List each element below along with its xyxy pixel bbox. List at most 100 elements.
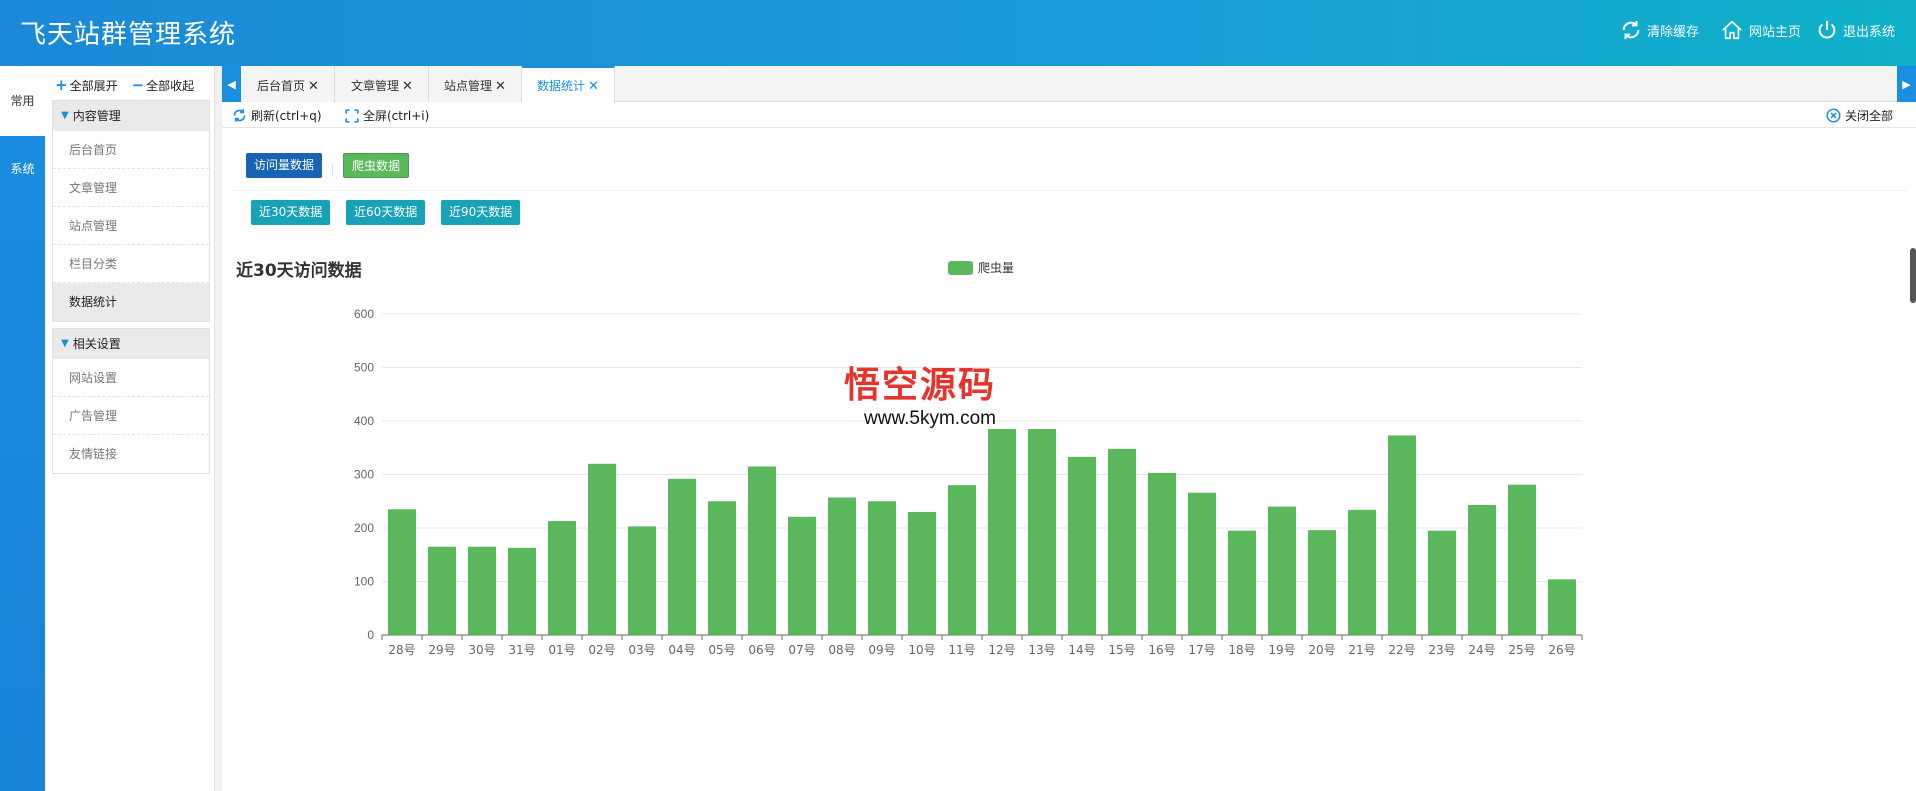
bar bbox=[828, 497, 856, 635]
sidebar-item-statistics[interactable]: 数据统计 bbox=[53, 283, 209, 321]
tab-label: 后台首页 bbox=[257, 79, 306, 93]
bar bbox=[388, 509, 416, 635]
bar bbox=[628, 526, 656, 635]
bar bbox=[428, 546, 456, 635]
clear-cache-label: 清除缓存 bbox=[1647, 24, 1700, 40]
x-tick-label: 15号 bbox=[1108, 643, 1135, 657]
y-tick-label: 500 bbox=[354, 361, 374, 375]
x-tick-label: 25号 bbox=[1508, 643, 1535, 657]
tab-statistics[interactable]: 数据统计 ✕ bbox=[522, 66, 615, 103]
chevron-left-icon: ◀ bbox=[227, 77, 236, 91]
close-icon[interactable]: ✕ bbox=[308, 79, 319, 94]
y-tick-label: 600 bbox=[354, 307, 374, 321]
tab-home[interactable]: 后台首页 ✕ bbox=[242, 66, 335, 102]
minus-icon: − bbox=[131, 76, 145, 94]
fullscreen-label: 全屏(ctrl+i) bbox=[363, 109, 430, 123]
sidebar-item-sites[interactable]: 站点管理 bbox=[53, 207, 209, 245]
collapse-all-label: 全部收起 bbox=[146, 78, 195, 93]
logout-button[interactable]: 退出系统 bbox=[1816, 15, 1895, 45]
sidebar-item-ads[interactable]: 广告管理 bbox=[53, 397, 209, 435]
bar bbox=[1348, 509, 1376, 635]
bar bbox=[1268, 506, 1296, 635]
sidebar-tools: + 全部展开 − 全部收起 bbox=[55, 76, 194, 94]
sidebar-item-links[interactable]: 友情链接 bbox=[53, 435, 209, 473]
refresh-icon bbox=[1622, 20, 1640, 40]
close-icon[interactable]: ✕ bbox=[402, 79, 413, 94]
tab-scroll-right-button[interactable]: ▶ bbox=[1897, 66, 1916, 102]
menu-group-header[interactable]: ▼ 内容管理 bbox=[53, 101, 209, 131]
fullscreen-button[interactable]: 全屏(ctrl+i) bbox=[345, 107, 429, 124]
bar bbox=[508, 547, 536, 635]
x-tick-label: 23号 bbox=[1428, 643, 1455, 657]
x-tick-label: 09号 bbox=[868, 643, 895, 657]
x-tick-label: 29号 bbox=[428, 643, 455, 657]
sidebar-item-site-settings[interactable]: 网站设置 bbox=[53, 359, 209, 397]
x-tick-label: 30号 bbox=[468, 643, 495, 657]
sidebar-item-categories[interactable]: 栏目分类 bbox=[53, 245, 209, 283]
tab-scroll-left-button[interactable]: ◀ bbox=[222, 66, 241, 102]
watermark-text: 悟空源码 bbox=[844, 364, 997, 406]
x-tick-label: 19号 bbox=[1268, 643, 1295, 657]
bar bbox=[1108, 448, 1136, 635]
x-tick-label: 22号 bbox=[1388, 643, 1415, 657]
sidebar-item-articles[interactable]: 文章管理 bbox=[53, 169, 209, 207]
bar bbox=[868, 501, 896, 635]
bar bbox=[468, 546, 496, 635]
bar bbox=[1428, 530, 1456, 635]
rail-tab-system[interactable]: 系统 bbox=[0, 154, 45, 184]
bar bbox=[1508, 484, 1536, 635]
x-tick-label: 07号 bbox=[788, 643, 815, 657]
x-tick-label: 24号 bbox=[1468, 643, 1495, 657]
bar bbox=[1068, 456, 1096, 635]
x-tick-label: 16号 bbox=[1148, 643, 1175, 657]
bar bbox=[788, 516, 816, 635]
y-tick-label: 300 bbox=[354, 468, 374, 482]
menu-group-title: 相关设置 bbox=[72, 337, 121, 351]
clear-cache-button[interactable]: 清除缓存 bbox=[1620, 15, 1699, 45]
x-tick-label: 26号 bbox=[1548, 643, 1575, 657]
refresh-icon bbox=[233, 109, 246, 122]
bar bbox=[748, 466, 776, 635]
bar bbox=[1188, 492, 1216, 635]
close-icon[interactable]: ✕ bbox=[588, 79, 599, 94]
y-tick-label: 0 bbox=[367, 628, 374, 642]
bar bbox=[1228, 530, 1256, 635]
chevron-right-icon: ▶ bbox=[1902, 77, 1911, 91]
tab-toolbar: 刷新(ctrl+q) 全屏(ctrl+i) 关闭全部 bbox=[222, 102, 1916, 128]
tab-label: 站点管理 bbox=[444, 79, 493, 93]
bar bbox=[1148, 472, 1176, 635]
collapse-all-button[interactable]: − 全部收起 bbox=[132, 76, 195, 94]
refresh-button[interactable]: 刷新(ctrl+q) bbox=[232, 107, 322, 124]
app-title: 飞天站群管理系统 bbox=[20, 20, 237, 50]
close-icon[interactable]: ✕ bbox=[495, 79, 506, 94]
x-tick-label: 04号 bbox=[668, 643, 695, 657]
sidebar-item-home[interactable]: 后台首页 bbox=[53, 131, 209, 169]
close-all-button[interactable]: 关闭全部 bbox=[1826, 107, 1893, 124]
site-home-button[interactable]: 网站主页 bbox=[1720, 15, 1801, 45]
menu-group-settings: ▼ 相关设置 网站设置 广告管理 友情链接 bbox=[52, 328, 210, 474]
sidebar: + 全部展开 − 全部收起 ▼ 内容管理 后台首页 文章管理 站点管理 栏目分类 数据… bbox=[45, 66, 215, 791]
x-tick-label: 01号 bbox=[548, 643, 575, 657]
refresh-label: 刷新(ctrl+q) bbox=[251, 109, 322, 123]
expand-all-button[interactable]: + 全部展开 bbox=[55, 76, 118, 94]
x-tick-label: 12号 bbox=[988, 643, 1015, 657]
main-content: 访问量数据 爬虫数据 近30天数据 近60天数据 近90天数据 近30天访问数据… bbox=[222, 128, 1916, 791]
menu-group-header[interactable]: ▼ 相关设置 bbox=[53, 329, 209, 359]
site-home-label: 网站主页 bbox=[1749, 24, 1802, 40]
tab-label: 文章管理 bbox=[351, 79, 400, 93]
bar bbox=[668, 478, 696, 635]
logout-label: 退出系统 bbox=[1843, 24, 1896, 40]
tab-bar: ◀ 后台首页 ✕ 文章管理 ✕ 站点管理 ✕ 数据统计 ✕ ▶ bbox=[222, 66, 1916, 103]
expand-all-label: 全部展开 bbox=[69, 78, 118, 93]
scrollbar-thumb[interactable] bbox=[1910, 248, 1916, 303]
x-tick-label: 13号 bbox=[1028, 643, 1055, 657]
tab-articles[interactable]: 文章管理 ✕ bbox=[336, 66, 429, 102]
x-tick-label: 20号 bbox=[1308, 643, 1335, 657]
close-all-label: 关闭全部 bbox=[1845, 109, 1894, 123]
x-tick-label: 14号 bbox=[1068, 643, 1095, 657]
rail-tab-common[interactable]: 常用 bbox=[0, 66, 45, 136]
fullscreen-icon bbox=[345, 108, 359, 123]
plus-icon: + bbox=[55, 76, 68, 94]
bar bbox=[708, 501, 736, 635]
tab-sites[interactable]: 站点管理 ✕ bbox=[429, 66, 522, 102]
